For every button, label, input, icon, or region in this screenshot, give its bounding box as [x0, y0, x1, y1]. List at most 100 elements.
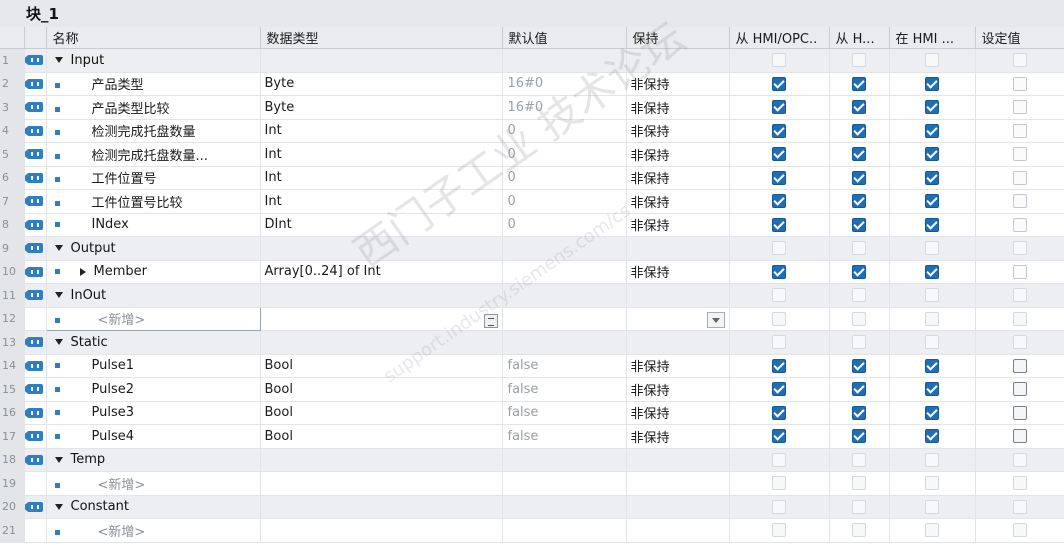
- retain-cell[interactable]: 非保持: [626, 260, 730, 284]
- default-value-cell[interactable]: false: [502, 354, 627, 378]
- hmi-visible-checkbox[interactable]: [925, 358, 939, 373]
- retain-cell[interactable]: [626, 307, 730, 331]
- table-row[interactable]: 6 工件位置号 Int 0 非保持: [0, 166, 1064, 190]
- datatype-cell[interactable]: [260, 448, 503, 472]
- name-cell[interactable]: <新增>: [45, 306, 261, 331]
- datatype-cell[interactable]: [260, 283, 503, 308]
- hmi-write-checkbox[interactable]: [852, 147, 866, 162]
- retain-cell[interactable]: 非保持: [626, 189, 730, 214]
- retain-cell[interactable]: [626, 448, 730, 472]
- expand-triangle-icon[interactable]: [54, 245, 63, 252]
- retain-cell[interactable]: [626, 518, 730, 543]
- default-value-cell[interactable]: 16#0: [502, 95, 627, 120]
- setpoint-checkbox[interactable]: [1012, 335, 1027, 350]
- name-cell[interactable]: 产品类型: [46, 72, 261, 96]
- table-row[interactable]: 9 Output: [0, 236, 1064, 261]
- retain-cell[interactable]: [626, 236, 730, 261]
- name-cell[interactable]: Pulse2: [46, 377, 261, 402]
- hmi-opc-access-checkbox[interactable]: [772, 288, 786, 303]
- hmi-visible-checkbox[interactable]: [925, 123, 939, 138]
- retain-cell[interactable]: 非保持: [626, 142, 730, 167]
- hmi-write-checkbox[interactable]: [852, 76, 866, 91]
- hmi-write-checkbox[interactable]: [852, 382, 866, 397]
- table-row[interactable]: 13 Static: [0, 330, 1064, 355]
- add-new-placeholder[interactable]: <新增>: [98, 478, 146, 493]
- table-row[interactable]: 10 Member Array[0..24] of Int 非保持: [0, 260, 1064, 284]
- default-value-cell[interactable]: 0: [502, 213, 627, 237]
- retain-cell[interactable]: [626, 471, 730, 496]
- setpoint-checkbox[interactable]: [1012, 476, 1027, 491]
- datatype-cell[interactable]: [260, 518, 503, 543]
- retain-cell[interactable]: 非保持: [626, 213, 730, 237]
- hmi-visible-checkbox[interactable]: [925, 264, 939, 279]
- hmi-opc-access-checkbox[interactable]: [772, 100, 786, 115]
- table-row[interactable]: 16 Pulse3 Bool false 非保持: [0, 401, 1064, 425]
- datatype-cell[interactable]: Bool: [260, 354, 503, 378]
- setpoint-checkbox[interactable]: [1012, 452, 1027, 467]
- hmi-write-checkbox[interactable]: [852, 405, 866, 420]
- name-cell[interactable]: Static: [46, 330, 261, 355]
- hmi-write-checkbox[interactable]: [852, 217, 866, 232]
- header-setpoint[interactable]: 设定值: [975, 27, 1064, 49]
- name-cell[interactable]: Member: [46, 260, 261, 284]
- setpoint-checkbox[interactable]: [1012, 76, 1027, 91]
- hmi-visible-checkbox[interactable]: [925, 476, 939, 491]
- setpoint-checkbox[interactable]: [1012, 194, 1027, 209]
- setpoint-checkbox[interactable]: [1012, 147, 1027, 162]
- hmi-opc-access-checkbox[interactable]: [772, 499, 786, 514]
- table-row[interactable]: 15 Pulse2 Bool false 非保持: [0, 377, 1064, 402]
- hmi-opc-access-checkbox[interactable]: [772, 405, 786, 420]
- table-row[interactable]: 11 InOut: [0, 283, 1064, 308]
- default-value-cell[interactable]: 16#0: [502, 72, 627, 96]
- hmi-visible-checkbox[interactable]: [925, 100, 939, 115]
- hmi-visible-checkbox[interactable]: [925, 311, 939, 326]
- setpoint-checkbox[interactable]: [1012, 311, 1027, 326]
- hmi-visible-checkbox[interactable]: [925, 147, 939, 162]
- name-cell[interactable]: 检测完成托盘数量: [46, 119, 261, 143]
- name-cell[interactable]: <新增>: [46, 471, 261, 496]
- name-cell[interactable]: <新增>: [46, 518, 261, 543]
- retain-cell[interactable]: 非保持: [626, 72, 730, 96]
- setpoint-checkbox[interactable]: [1012, 53, 1027, 68]
- retain-cell[interactable]: [626, 330, 730, 355]
- hmi-opc-access-checkbox[interactable]: [772, 358, 786, 373]
- hmi-write-checkbox[interactable]: [852, 53, 866, 68]
- setpoint-checkbox[interactable]: [1012, 264, 1027, 279]
- hmi-write-checkbox[interactable]: [852, 311, 866, 326]
- hmi-visible-checkbox[interactable]: [925, 429, 939, 444]
- table-row[interactable]: 12 <新增>: [0, 306, 1064, 331]
- default-value-cell[interactable]: 0: [502, 166, 627, 190]
- header-hmi-write[interactable]: 从 H...: [829, 27, 890, 49]
- hmi-write-checkbox[interactable]: [852, 123, 866, 138]
- name-cell[interactable]: 工件位置号: [46, 166, 261, 190]
- hmi-write-checkbox[interactable]: [852, 170, 866, 185]
- setpoint-checkbox[interactable]: [1012, 358, 1027, 373]
- datatype-cell[interactable]: [260, 495, 503, 519]
- hmi-opc-access-checkbox[interactable]: [772, 523, 786, 538]
- hmi-visible-checkbox[interactable]: [925, 382, 939, 397]
- datatype-cell[interactable]: Array[0..24] of Int: [260, 260, 503, 284]
- setpoint-checkbox[interactable]: [1012, 523, 1027, 538]
- hmi-write-checkbox[interactable]: [852, 523, 866, 538]
- setpoint-checkbox[interactable]: [1012, 429, 1027, 444]
- default-value-cell[interactable]: 0: [502, 142, 627, 167]
- expand-triangle-icon[interactable]: [54, 339, 63, 346]
- header-datatype[interactable]: 数据类型: [260, 27, 503, 49]
- browse-datatype-icon[interactable]: [483, 313, 498, 328]
- default-value-cell[interactable]: [502, 236, 627, 261]
- datatype-cell[interactable]: Byte: [260, 95, 503, 120]
- retain-cell[interactable]: 非保持: [626, 95, 730, 120]
- datatype-cell[interactable]: Byte: [260, 72, 503, 96]
- hmi-opc-access-checkbox[interactable]: [772, 429, 786, 444]
- retain-cell[interactable]: [626, 48, 730, 73]
- datatype-cell[interactable]: Bool: [260, 377, 503, 402]
- hmi-visible-checkbox[interactable]: [925, 53, 939, 68]
- hmi-write-checkbox[interactable]: [852, 335, 866, 350]
- setpoint-checkbox[interactable]: [1012, 382, 1027, 397]
- hmi-opc-access-checkbox[interactable]: [772, 76, 786, 91]
- expand-triangle-icon[interactable]: [54, 456, 63, 463]
- table-row[interactable]: 18 Temp: [0, 448, 1064, 472]
- setpoint-checkbox[interactable]: [1012, 217, 1027, 232]
- expand-triangle-icon[interactable]: [54, 503, 63, 510]
- retain-cell[interactable]: [626, 283, 730, 308]
